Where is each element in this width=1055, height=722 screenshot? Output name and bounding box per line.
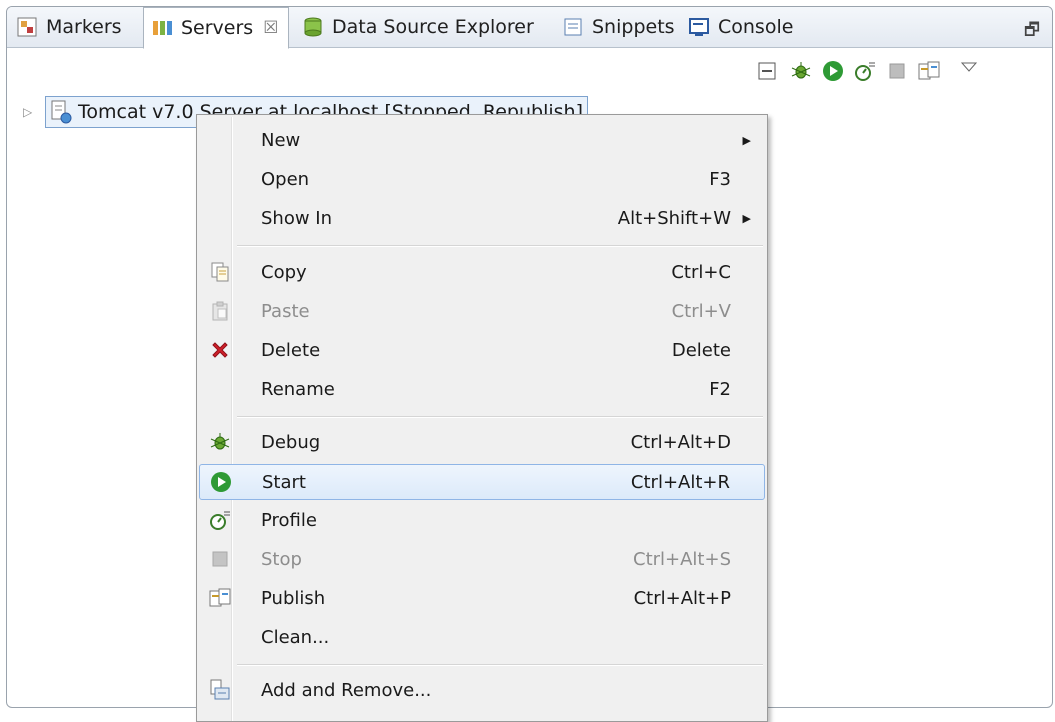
view-menu-icon[interactable] <box>957 55 981 79</box>
menu-item-label: Stop <box>261 548 302 570</box>
start-icon[interactable] <box>821 59 845 83</box>
tab-snippets[interactable]: Snippets <box>561 7 675 47</box>
stop-icon[interactable] <box>885 59 909 83</box>
servers-icon <box>150 16 174 40</box>
console-icon <box>687 15 711 39</box>
menu-item-open[interactable]: Open F3 <box>199 162 765 196</box>
menu-item-delete[interactable]: Delete Delete <box>199 333 765 367</box>
tab-snippets-label: Snippets <box>592 16 675 38</box>
menu-item-shortcut: Ctrl+Alt+P <box>633 587 731 609</box>
view-toolbar <box>7 59 1052 87</box>
menu-item-label: Delete <box>261 339 321 361</box>
tab-markers-label: Markers <box>46 16 122 38</box>
close-icon[interactable]: ☒ <box>263 18 278 38</box>
menu-item-label: Start <box>262 471 306 493</box>
menu-item-label: New <box>261 129 301 151</box>
tab-data-source-explorer[interactable]: Data Source Explorer <box>301 7 534 47</box>
menu-item-shortcut: Ctrl+Alt+D <box>630 431 731 453</box>
tab-servers-label: Servers <box>181 17 254 39</box>
menu-separator <box>237 416 763 418</box>
menu-item-publish[interactable]: Publish Ctrl+Alt+P <box>199 581 765 615</box>
delete-icon <box>209 339 231 361</box>
menu-item-profile[interactable]: Profile <box>199 503 765 537</box>
profile-icon <box>209 509 231 531</box>
menu-item-label: Publish <box>261 587 326 609</box>
menu-item-shortcut: Ctrl+C <box>671 261 731 283</box>
data-source-icon <box>301 15 325 39</box>
menu-item-new[interactable]: New ▶ <box>199 123 765 157</box>
debug-icon[interactable] <box>789 59 813 83</box>
context-menu: New ▶ Open F3 Show In Alt+Shift+W ▶ Copy… <box>196 114 768 722</box>
menu-item-copy[interactable]: Copy Ctrl+C <box>199 255 765 289</box>
tab-console[interactable]: Console <box>687 7 793 47</box>
menu-item-shortcut: Ctrl+Alt+R <box>630 471 730 493</box>
add-remove-icon <box>209 679 231 701</box>
menu-item-shortcut: Alt+Shift+W <box>617 207 731 229</box>
start-icon <box>210 471 232 493</box>
tab-data-source-label: Data Source Explorer <box>332 16 534 38</box>
menu-item-shortcut: Ctrl+V <box>671 300 731 322</box>
menu-item-shortcut: F3 <box>709 168 731 190</box>
restore-icon[interactable]: 🗗 <box>1024 17 1040 46</box>
menu-item-start[interactable]: Start Ctrl+Alt+R <box>199 464 765 500</box>
menu-separator <box>237 245 763 247</box>
menu-item-clean[interactable]: Clean... <box>199 620 765 654</box>
menu-item-rename[interactable]: Rename F2 <box>199 372 765 406</box>
menu-item-shortcut: F2 <box>709 378 731 400</box>
tab-markers[interactable]: Markers <box>15 7 122 47</box>
menu-item-debug[interactable]: Debug Ctrl+Alt+D <box>199 425 765 459</box>
menu-item-show-in[interactable]: Show In Alt+Shift+W ▶ <box>199 201 765 235</box>
view-tab-bar: Markers Servers ☒ Data Source Explorer S… <box>7 7 1052 49</box>
menu-item-stop[interactable]: Stop Ctrl+Alt+S <box>199 542 765 576</box>
copy-icon <box>209 261 231 283</box>
stop-icon <box>209 548 231 570</box>
publish-icon <box>209 587 231 609</box>
menu-item-label: Add and Remove... <box>261 679 432 701</box>
snippets-icon <box>561 15 585 39</box>
paste-icon <box>209 300 231 322</box>
menu-item-shortcut: Ctrl+Alt+S <box>633 548 731 570</box>
publish-icon[interactable] <box>917 59 941 83</box>
menu-item-paste[interactable]: Paste Ctrl+V <box>199 294 765 328</box>
tab-console-label: Console <box>718 16 794 38</box>
menu-item-add-and-remove[interactable]: Add and Remove... <box>199 673 765 707</box>
markers-icon <box>15 15 39 39</box>
menu-item-label: Open <box>261 168 310 190</box>
tab-servers[interactable]: Servers ☒ <box>143 7 290 49</box>
menu-item-shortcut: Delete <box>671 339 731 361</box>
menu-separator <box>237 664 763 666</box>
menu-item-label: Paste <box>261 300 310 322</box>
submenu-arrow-icon: ▶ <box>742 133 751 147</box>
menu-item-label: Rename <box>261 378 335 400</box>
menu-item-label: Copy <box>261 261 307 283</box>
menu-item-label: Debug <box>261 431 321 453</box>
menu-item-label: Clean... <box>261 626 330 648</box>
expand-icon[interactable]: ▷ <box>23 105 37 119</box>
menu-item-label: Profile <box>261 509 317 531</box>
submenu-arrow-icon: ▶ <box>742 211 751 225</box>
debug-icon <box>209 431 231 453</box>
profile-icon[interactable] <box>853 59 877 83</box>
server-icon <box>50 100 72 124</box>
menu-item-label: Show In <box>261 207 333 229</box>
collapse-icon[interactable] <box>755 59 779 83</box>
